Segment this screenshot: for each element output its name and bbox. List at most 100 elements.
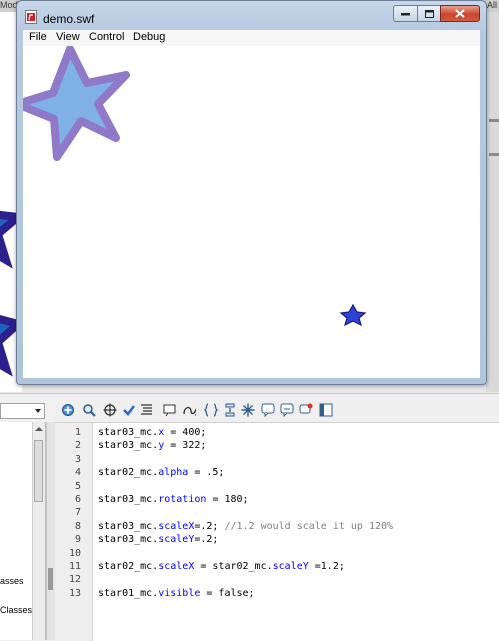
target-path-button[interactable] [103, 403, 117, 417]
code-property: scaleY [158, 534, 195, 546]
code-line[interactable]: star01_mc.visible = false; [98, 587, 255, 600]
splitter-grip[interactable] [48, 568, 53, 590]
line-number: 11 [68, 561, 81, 572]
code-text: star03_mc. [98, 494, 159, 505]
library-dropdown[interactable] [0, 403, 45, 419]
maximize-icon [424, 9, 434, 18]
collapse-between-braces-icon [204, 403, 218, 417]
menu-view[interactable]: View [56, 31, 80, 43]
close-icon [455, 9, 465, 18]
code-text: star03_mc. [98, 440, 159, 452]
line-number: 4 [74, 467, 81, 479]
line-number: 8 [74, 520, 81, 532]
big-star [23, 46, 130, 161]
find-button[interactable] [82, 403, 96, 417]
code-text: = 180; [206, 494, 249, 505]
line-number: 3 [74, 453, 81, 465]
code-hint-button[interactable] [163, 403, 177, 417]
code-line[interactable]: star03_mc.scaleY=.2; [98, 533, 218, 546]
line-number-gutter: 1 2 3 4 5 6 7 8 9 10 11 12 13 [55, 423, 93, 641]
flash-player-icon [25, 10, 37, 24]
auto-format-icon [141, 404, 152, 415]
collapse-selection-icon [225, 403, 235, 417]
line-number: 6 [74, 494, 81, 505]
code-text: star03_mc. [98, 534, 159, 546]
add-statement-icon [62, 404, 74, 416]
scroll-thumb[interactable] [34, 440, 43, 502]
code-property: alpha [158, 467, 189, 479]
ide-right-panel [486, 12, 499, 392]
panel-strip [489, 119, 499, 122]
code-text: star02_mc. [98, 467, 159, 479]
find-icon [83, 404, 96, 417]
minimize-button[interactable] [393, 5, 418, 22]
line-number: 1 [74, 427, 81, 438]
chevron-down-icon [35, 409, 41, 413]
menu-debug[interactable]: Debug [133, 31, 165, 43]
line-number: 5 [74, 480, 81, 492]
ide-tab-fragment[interactable]: Mod [0, 0, 18, 10]
small-star [339, 303, 367, 327]
apply-block-comment-icon [261, 403, 275, 417]
code-text: = false; [200, 587, 255, 599]
code-text: = 322; [164, 440, 207, 452]
actions-editor[interactable]: 1 2 3 4 5 6 7 8 9 10 11 12 13 star03_mc.x = 400; star… [55, 422, 499, 641]
target-path-icon [103, 403, 117, 417]
library-item[interactable]: asses [0, 576, 24, 586]
scroll-up-icon [35, 427, 43, 431]
apply-block-comment-button[interactable] [261, 403, 275, 417]
code-text: star01_mc. [98, 587, 159, 599]
show-hide-toolbox-button[interactable] [319, 403, 333, 417]
code-property: scaleX [158, 520, 195, 532]
code-text: = 400; [164, 427, 207, 438]
library-item[interactable]: Classes [0, 605, 32, 615]
panel-strip [489, 153, 499, 156]
check-syntax-button[interactable] [122, 403, 136, 417]
debug-options-icon [183, 406, 196, 416]
code-text: = star02_mc. [194, 561, 273, 572]
code-line[interactable]: star03_mc.rotation = 180; [98, 493, 249, 506]
actions-toolbar [55, 400, 499, 422]
ide-tab-fragment[interactable]: All [487, 0, 497, 10]
code-hint-icon [163, 404, 176, 417]
code-text: star03_mc. [98, 427, 159, 438]
code-line[interactable]: star02_mc.alpha = .5; [98, 466, 224, 479]
add-statement-button[interactable] [61, 403, 75, 417]
code-comment: //1.2 would scale it up 120% [224, 520, 394, 532]
code-text: star02_mc. [98, 561, 159, 572]
code-property: visible [158, 587, 201, 599]
player-window: demo.swf File View Control Debug [16, 0, 487, 385]
code-line[interactable]: star02_mc.scaleX = star02_mc.scaleY =1.2… [98, 560, 345, 573]
code-text: =.2; [194, 520, 225, 532]
expand-all-icon [241, 403, 255, 417]
expand-all-button[interactable] [241, 403, 255, 417]
minimize-icon [401, 12, 410, 15]
code-property: scaleY [272, 561, 309, 572]
maximize-button[interactable] [417, 5, 441, 22]
menu-control[interactable]: Control [89, 31, 124, 43]
close-button[interactable] [440, 5, 480, 22]
code-text: =.2; [194, 534, 219, 546]
library-scrollbar[interactable] [32, 422, 45, 640]
apply-line-comment-icon [280, 403, 294, 417]
code-property: rotation [158, 494, 207, 505]
code-text: star03_mc. [98, 520, 159, 532]
title-bar[interactable]: demo.swf [17, 1, 486, 31]
window-title: demo.swf [43, 12, 95, 26]
line-number: 2 [74, 440, 81, 452]
line-number: 12 [68, 574, 81, 586]
auto-format-button[interactable] [140, 403, 154, 417]
code-line[interactable]: star03_mc.x = 400; [98, 426, 206, 439]
apply-line-comment-button[interactable] [280, 403, 294, 417]
collapse-between-braces-button[interactable] [204, 403, 218, 417]
remove-comment-button[interactable] [299, 403, 313, 417]
menu-bar: File View Control Debug [23, 30, 480, 47]
collapse-selection-button[interactable] [223, 403, 237, 417]
line-number: 7 [74, 507, 81, 519]
debug-options-button[interactable] [182, 403, 196, 417]
line-number: 9 [74, 534, 81, 546]
menu-file[interactable]: File [29, 31, 47, 43]
line-number: 10 [68, 547, 81, 559]
code-line[interactable]: star03_mc.scaleX=.2; //1.2 would scale i… [98, 520, 393, 533]
code-line[interactable]: star03_mc.y = 322; [98, 439, 206, 452]
